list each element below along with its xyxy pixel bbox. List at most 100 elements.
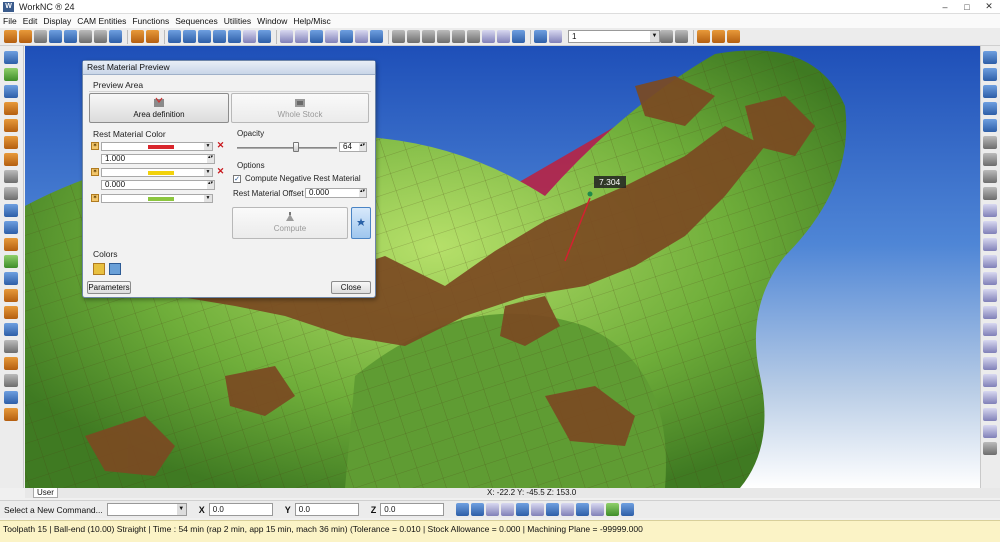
menu-cam-entities[interactable]: CAM Entities	[74, 16, 129, 26]
redo-icon[interactable]	[79, 30, 92, 43]
menu-edit[interactable]: Edit	[20, 16, 41, 26]
frame-icon[interactable]	[146, 30, 159, 43]
display-icon[interactable]	[3, 391, 18, 404]
z-input[interactable]: 0.0	[380, 503, 445, 516]
menu-utilities[interactable]: Utilities	[221, 16, 254, 26]
compute-negative-checkbox[interactable]: ✓	[233, 175, 241, 183]
view-side-icon[interactable]	[213, 30, 226, 43]
view-iso-icon[interactable]	[168, 30, 181, 43]
select-icon[interactable]	[310, 30, 323, 43]
brush-icon[interactable]	[3, 306, 18, 319]
maximize-button[interactable]: □	[956, 0, 978, 13]
display-mode-icon[interactable]	[512, 30, 525, 43]
calendar-icon[interactable]	[3, 323, 18, 336]
view-cube-back-icon[interactable]	[982, 136, 997, 149]
sphere-icon[interactable]	[982, 153, 997, 166]
expand-icon[interactable]	[982, 442, 997, 455]
hide-icon[interactable]	[325, 30, 338, 43]
filter-selection-icon[interactable]	[591, 503, 605, 516]
view-globe-icon[interactable]	[228, 30, 241, 43]
filter-icon[interactable]	[370, 30, 383, 43]
layers-icon[interactable]	[3, 51, 18, 64]
close-dialog-button[interactable]: Close	[331, 281, 371, 294]
toolpath-7-icon[interactable]	[982, 306, 997, 319]
mesh-icon[interactable]	[3, 170, 18, 183]
layer-previous-icon[interactable]	[660, 30, 673, 43]
edit-surface-icon[interactable]	[3, 102, 18, 115]
color-palette-icon[interactable]	[93, 263, 105, 275]
pencil-icon[interactable]	[3, 119, 18, 132]
layer-selection-icon[interactable]	[621, 503, 635, 516]
color-row-yellow[interactable]: ▼	[101, 168, 213, 177]
cylinder-icon[interactable]	[982, 170, 997, 183]
view-back-icon[interactable]	[258, 30, 271, 43]
measure-icon[interactable]	[482, 30, 495, 43]
compute-button[interactable]: Compute	[232, 207, 348, 239]
pointer-icon[interactable]	[534, 30, 547, 43]
properties-icon[interactable]	[3, 340, 18, 353]
stock-icon[interactable]	[3, 187, 18, 200]
edit-icon[interactable]	[4, 30, 17, 43]
toolpath-12-icon[interactable]	[982, 391, 997, 404]
eraser-icon[interactable]	[3, 136, 18, 149]
compass-icon[interactable]	[497, 30, 510, 43]
select-box-icon[interactable]	[471, 503, 485, 516]
toolpath-5-icon[interactable]	[982, 272, 997, 285]
rotate-icon[interactable]	[467, 30, 480, 43]
view-cube-right-icon[interactable]	[982, 102, 997, 115]
layer-combo[interactable]: 1 ▼	[568, 30, 660, 43]
whole-stock-button[interactable]: Whole Stock	[231, 93, 369, 123]
layer-icon[interactable]	[355, 30, 368, 43]
group-icon[interactable]	[3, 357, 18, 370]
select-chain-icon[interactable]	[486, 503, 500, 516]
menu-file[interactable]: File	[0, 16, 20, 26]
point-icon[interactable]	[3, 221, 18, 234]
threshold-field-1[interactable]: 1.000 ▴▾	[101, 154, 215, 164]
toolpath-4-icon[interactable]	[982, 255, 997, 268]
opacity-slider-track[interactable]	[237, 147, 337, 149]
new-file-icon[interactable]	[34, 30, 47, 43]
threshold-field-2[interactable]: 0.000 ▴▾	[101, 180, 215, 190]
wireframe-icon[interactable]	[295, 30, 308, 43]
delete-color-icon[interactable]: ✕	[216, 141, 225, 150]
select-arrow-icon[interactable]	[456, 503, 470, 516]
menu-help-misc[interactable]: Help/Misc	[290, 16, 333, 26]
toolpath-10-icon[interactable]	[982, 357, 997, 370]
color-pick-icon[interactable]: ✶	[91, 194, 99, 202]
view-front-icon[interactable]	[183, 30, 196, 43]
toolpath-icon[interactable]	[982, 204, 997, 217]
tool-icon[interactable]	[697, 30, 710, 43]
area-definition-button[interactable]: Area definition	[89, 93, 229, 123]
delete-color-icon[interactable]: ✕	[216, 167, 225, 176]
toolpath-8-icon[interactable]	[982, 323, 997, 336]
toolpath-14-icon[interactable]	[982, 425, 997, 438]
menu-sequences[interactable]: Sequences	[172, 16, 221, 26]
menu-window[interactable]: Window	[254, 16, 290, 26]
drill-icon[interactable]	[3, 204, 18, 217]
view-top-icon[interactable]	[198, 30, 211, 43]
command-select[interactable]: ▼	[106, 503, 187, 516]
validate-icon[interactable]	[606, 503, 620, 516]
opacity-slider-thumb[interactable]	[293, 142, 299, 152]
lamp-icon[interactable]	[727, 30, 740, 43]
user-tab[interactable]: User	[33, 488, 58, 498]
open-folder-icon[interactable]	[19, 30, 32, 43]
offset-icon[interactable]	[3, 153, 18, 166]
view-cube-top-icon[interactable]	[982, 68, 997, 81]
parameters-button[interactable]: Parameters	[87, 281, 131, 294]
grid-icon[interactable]	[94, 30, 107, 43]
pan-icon[interactable]	[452, 30, 465, 43]
y-input[interactable]: 0.0	[294, 503, 359, 516]
x-input[interactable]: 0.0	[208, 503, 273, 516]
document-icon[interactable]	[3, 374, 18, 387]
view-cube-left-icon[interactable]	[982, 119, 997, 132]
toolpath-13-icon[interactable]	[982, 408, 997, 421]
cut-icon[interactable]	[131, 30, 144, 43]
color-pick-icon[interactable]: ✶	[91, 168, 99, 176]
shade-icon[interactable]	[280, 30, 293, 43]
view-cube-front-icon[interactable]	[982, 85, 997, 98]
compute-options-button[interactable]	[351, 207, 371, 239]
machine-icon[interactable]	[3, 255, 18, 268]
show-icon[interactable]	[340, 30, 353, 43]
minimize-button[interactable]: –	[934, 0, 956, 13]
